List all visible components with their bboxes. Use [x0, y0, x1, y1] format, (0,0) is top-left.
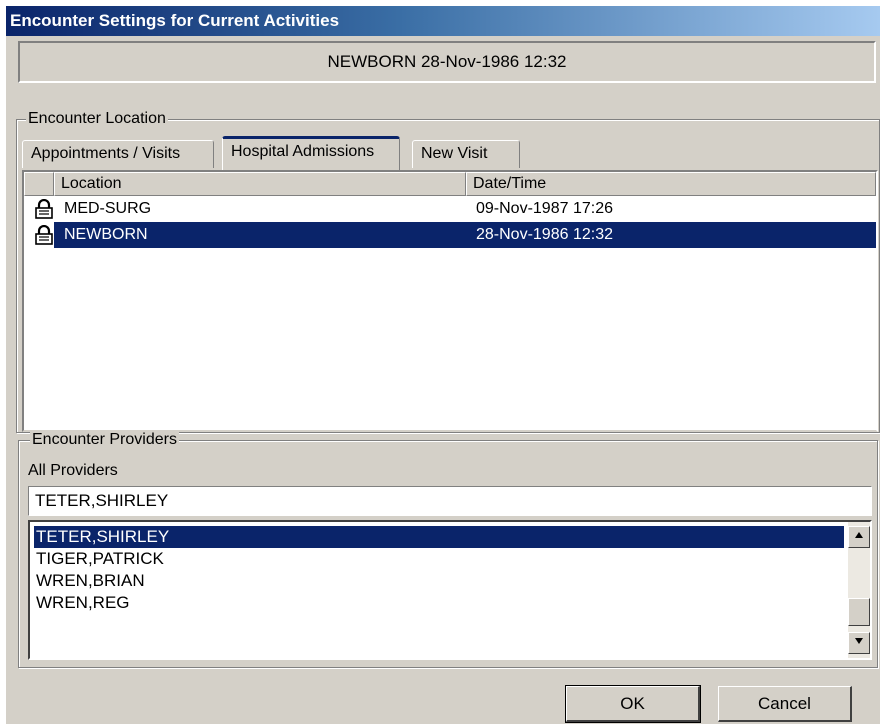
all-providers-label: All Providers: [28, 462, 118, 479]
datetime-cell: 28-Nov-1986 12:32: [476, 226, 613, 243]
scroll-up-button[interactable]: [848, 526, 870, 548]
providers-scrollbar[interactable]: [848, 522, 870, 658]
providers-list[interactable]: TETER,SHIRLEY TIGER,PATRICK WREN,BRIAN W…: [28, 520, 872, 660]
selection-highlight: [54, 222, 876, 248]
lock-icon: [35, 225, 53, 245]
dialog-title: Encounter Settings for Current Activitie…: [6, 6, 880, 36]
location-cell: NEWBORN: [64, 226, 148, 243]
location-column-header[interactable]: Location: [54, 172, 466, 196]
list-item[interactable]: WREN,BRIAN: [34, 570, 844, 592]
datetime-column-header[interactable]: Date/Time: [466, 172, 876, 196]
location-cell: MED-SURG: [64, 200, 152, 217]
arrow-down-icon: [855, 638, 863, 644]
datetime-cell: 09-Nov-1987 17:26: [476, 200, 613, 217]
icon-column-header[interactable]: [24, 172, 54, 196]
list-header: Location Date/Time: [24, 172, 876, 196]
list-item[interactable]: WREN,REG: [34, 592, 844, 614]
list-item[interactable]: TIGER,PATRICK: [34, 548, 844, 570]
tab-hospital-admissions[interactable]: Hospital Admissions: [222, 136, 400, 170]
encounter-providers-label: Encounter Providers: [30, 431, 179, 449]
encounter-location-label: Encounter Location: [26, 110, 168, 128]
tab-new-visit[interactable]: New Visit: [412, 140, 520, 168]
table-row[interactable]: NEWBORN 28-Nov-1986 12:32: [24, 222, 876, 248]
lock-icon: [35, 199, 53, 219]
cancel-button[interactable]: Cancel: [718, 686, 852, 722]
scroll-down-button[interactable]: [848, 632, 870, 654]
list-item[interactable]: TETER,SHIRLEY: [34, 526, 844, 548]
table-row[interactable]: MED-SURG 09-Nov-1987 17:26: [24, 196, 876, 222]
scroll-thumb[interactable]: [848, 598, 870, 626]
provider-search-input[interactable]: TETER,SHIRLEY: [28, 486, 872, 516]
arrow-up-icon: [855, 532, 863, 538]
ok-button[interactable]: OK: [565, 685, 701, 723]
current-encounter-banner: NEWBORN 28-Nov-1986 12:32: [18, 41, 876, 83]
admissions-list[interactable]: Location Date/Time MED-SURG 09-Nov-1987 …: [22, 170, 878, 432]
tab-appointments-visits[interactable]: Appointments / Visits: [22, 140, 214, 168]
encounter-settings-dialog: Encounter Settings for Current Activitie…: [6, 6, 880, 724]
